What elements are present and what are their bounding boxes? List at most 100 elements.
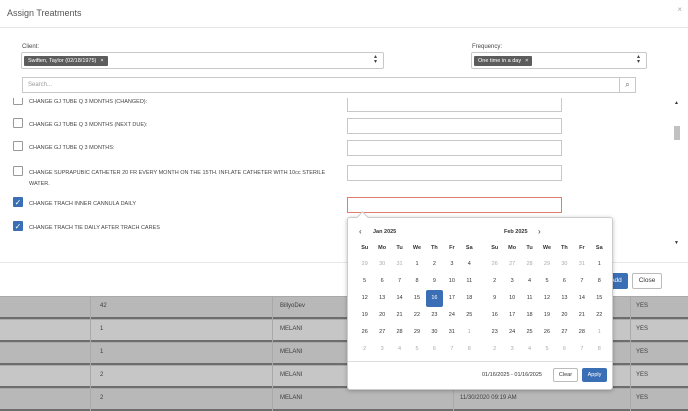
calendar-day[interactable]: 15 xyxy=(591,290,608,307)
calendar-day[interactable]: 14 xyxy=(391,290,408,307)
calendar-day[interactable]: 13 xyxy=(556,290,573,307)
calendar-day[interactable]: 8 xyxy=(591,273,608,290)
calendar-day[interactable]: 6 xyxy=(556,341,573,358)
calendar-day[interactable]: 19 xyxy=(538,307,555,324)
calendar-day[interactable]: 17 xyxy=(503,307,520,324)
calendar-day[interactable]: 29 xyxy=(356,256,373,273)
calendar-day[interactable]: 30 xyxy=(426,324,443,341)
next-month-icon[interactable]: › xyxy=(538,227,541,236)
remove-frequency-icon[interactable]: × xyxy=(525,58,528,64)
prev-month-icon[interactable]: ‹ xyxy=(359,227,362,236)
search-input[interactable]: Search... xyxy=(28,82,52,88)
calendar-day[interactable]: 10 xyxy=(443,273,460,290)
search-icon[interactable]: ⌕ xyxy=(619,78,635,92)
calendar-day[interactable]: 29 xyxy=(538,256,555,273)
calendar-day[interactable]: 12 xyxy=(538,290,555,307)
calendar-day[interactable]: 3 xyxy=(503,341,520,358)
calendar-day[interactable]: 7 xyxy=(573,273,590,290)
remove-client-icon[interactable]: × xyxy=(100,58,103,64)
calendar-day[interactable]: 16 xyxy=(486,307,503,324)
treatment-checkbox[interactable]: ✓ xyxy=(13,197,23,207)
calendar-day[interactable]: 31 xyxy=(443,324,460,341)
calendar-day[interactable]: 24 xyxy=(443,307,460,324)
calendar-day[interactable]: 22 xyxy=(591,307,608,324)
date-range-input[interactable] xyxy=(347,140,562,156)
calendar-day[interactable]: 22 xyxy=(408,307,425,324)
calendar-day[interactable]: 4 xyxy=(391,341,408,358)
calendar-day[interactable]: 18 xyxy=(521,307,538,324)
calendar-day[interactable]: 26 xyxy=(538,324,555,341)
calendar-day[interactable]: 19 xyxy=(356,307,373,324)
calendar-day[interactable]: 8 xyxy=(591,341,608,358)
calendar-day[interactable]: 13 xyxy=(373,290,390,307)
close-button[interactable]: Close xyxy=(632,273,662,289)
calendar-day[interactable]: 8 xyxy=(461,341,478,358)
date-range-input[interactable] xyxy=(347,98,562,112)
calendar-day[interactable]: 31 xyxy=(391,256,408,273)
clear-button[interactable]: Clear xyxy=(553,368,578,382)
calendar-day[interactable]: 15 xyxy=(408,290,425,307)
calendar-day[interactable]: 25 xyxy=(461,307,478,324)
treatment-checkbox[interactable] xyxy=(13,141,23,151)
calendar-day[interactable]: 31 xyxy=(573,256,590,273)
client-select[interactable]: Swiften, Taylor (02/18/1975) × ▴ ▾ xyxy=(21,52,384,69)
calendar-day[interactable]: 1 xyxy=(408,256,425,273)
treatment-checkbox[interactable] xyxy=(13,118,23,128)
calendar-day[interactable]: 3 xyxy=(373,341,390,358)
calendar-day[interactable]: 30 xyxy=(373,256,390,273)
treatment-checkbox[interactable]: ✓ xyxy=(13,221,23,231)
calendar-day[interactable]: 4 xyxy=(521,273,538,290)
date-range-input[interactable] xyxy=(347,165,562,181)
treatment-checkbox[interactable] xyxy=(13,166,23,176)
calendar-day[interactable]: 10 xyxy=(503,290,520,307)
apply-button[interactable]: Apply xyxy=(582,368,607,382)
calendar-day[interactable]: 30 xyxy=(556,256,573,273)
calendar-day[interactable]: 9 xyxy=(486,290,503,307)
calendar-day[interactable]: 5 xyxy=(538,341,555,358)
calendar-day[interactable]: 8 xyxy=(408,273,425,290)
calendar-day[interactable]: 26 xyxy=(486,256,503,273)
calendar-day[interactable]: 4 xyxy=(521,341,538,358)
scrollbar-thumb[interactable] xyxy=(674,126,680,140)
calendar-day[interactable]: 11 xyxy=(521,290,538,307)
calendar-day[interactable]: 29 xyxy=(408,324,425,341)
calendar-day[interactable]: 1 xyxy=(461,324,478,341)
calendar-day[interactable]: 20 xyxy=(556,307,573,324)
scroll-up-icon[interactable]: ▲ xyxy=(674,100,679,106)
calendar-day[interactable]: 5 xyxy=(408,341,425,358)
calendar-day[interactable]: 5 xyxy=(356,273,373,290)
treatment-checkbox[interactable] xyxy=(13,98,23,105)
frequency-select[interactable]: One time in a day × ▴ ▾ xyxy=(471,52,647,69)
calendar-day[interactable]: 20 xyxy=(373,307,390,324)
calendar-day[interactable]: 6 xyxy=(426,341,443,358)
calendar-day[interactable]: 7 xyxy=(443,341,460,358)
calendar-day[interactable]: 2 xyxy=(426,256,443,273)
calendar-day[interactable]: 9 xyxy=(426,273,443,290)
selected-day[interactable]: 16 xyxy=(425,290,444,307)
calendar-day[interactable]: 3 xyxy=(443,256,460,273)
calendar-day[interactable]: 7 xyxy=(573,341,590,358)
calendar-day[interactable]: 28 xyxy=(521,256,538,273)
calendar-day[interactable]: 5 xyxy=(538,273,555,290)
calendar-day[interactable]: 21 xyxy=(573,307,590,324)
calendar-day[interactable]: 2 xyxy=(486,273,503,290)
calendar-day[interactable]: 6 xyxy=(373,273,390,290)
close-icon[interactable]: × xyxy=(677,5,682,14)
calendar-day[interactable]: 23 xyxy=(426,307,443,324)
calendar-day[interactable]: 6 xyxy=(556,273,573,290)
calendar-day[interactable]: 24 xyxy=(503,324,520,341)
calendar-day[interactable]: 14 xyxy=(573,290,590,307)
calendar-day[interactable]: 28 xyxy=(391,324,408,341)
date-range-input-active[interactable] xyxy=(347,197,562,213)
scroll-down-icon[interactable]: ▼ xyxy=(674,240,679,246)
calendar-day[interactable]: 2 xyxy=(356,341,373,358)
calendar-day[interactable]: 11 xyxy=(461,273,478,290)
calendar-day[interactable]: 18 xyxy=(461,290,478,307)
calendar-day[interactable]: 1 xyxy=(591,256,608,273)
calendar-day[interactable]: 3 xyxy=(503,273,520,290)
calendar-day[interactable]: 21 xyxy=(391,307,408,324)
calendar-day[interactable]: 28 xyxy=(573,324,590,341)
calendar-day[interactable]: 17 xyxy=(443,290,460,307)
calendar-day[interactable]: 27 xyxy=(556,324,573,341)
calendar-day[interactable]: 25 xyxy=(521,324,538,341)
